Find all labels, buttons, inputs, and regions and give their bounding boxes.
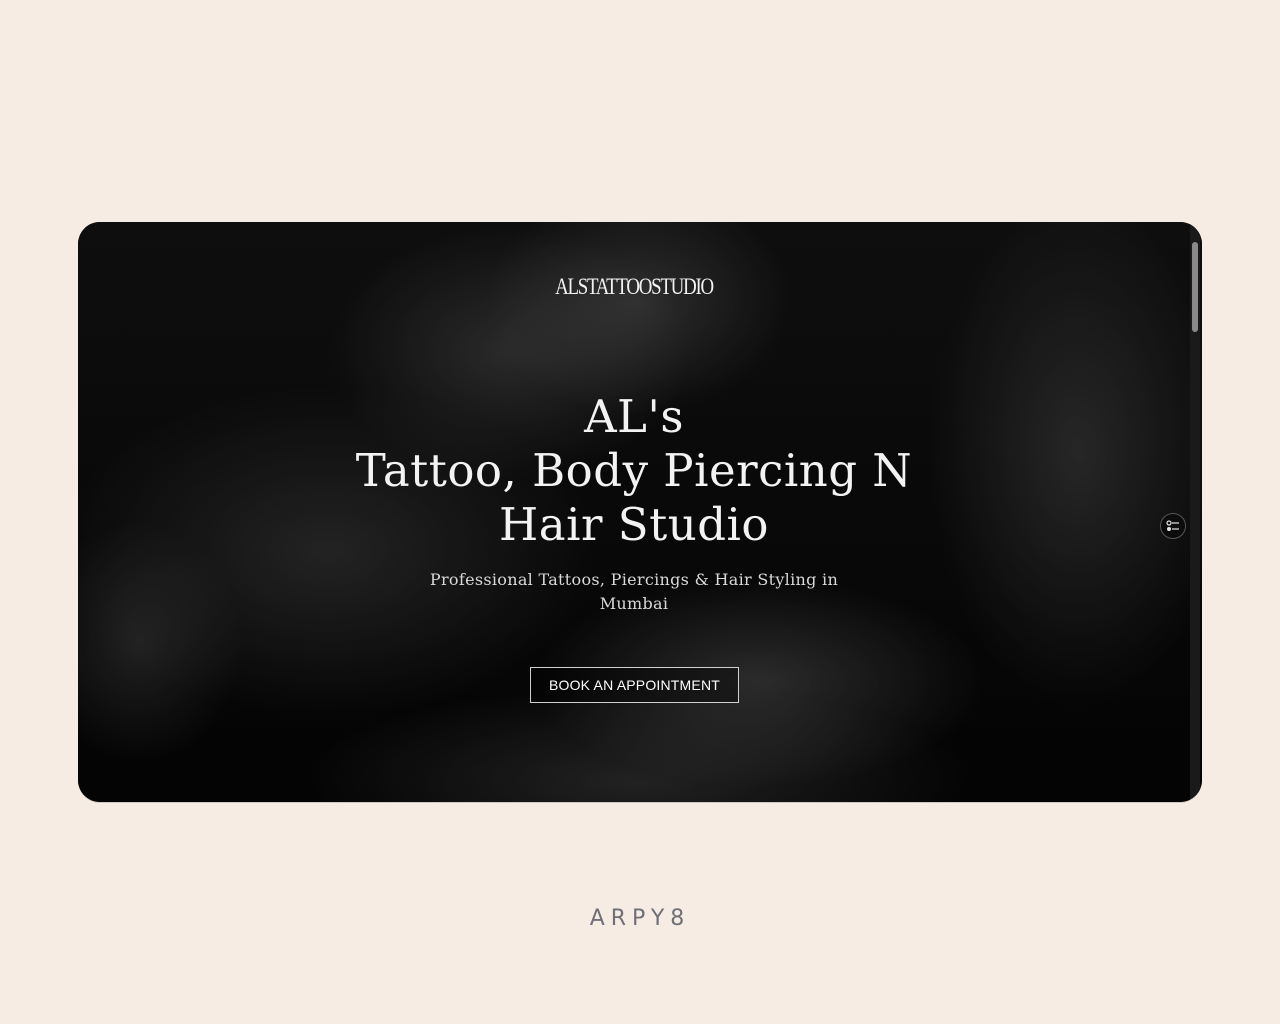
hero-title-line-2: Tattoo, Body Piercing N xyxy=(355,444,913,497)
hero-title: AL's Tattoo, Body Piercing N Hair Studio xyxy=(78,390,1190,552)
settings-toggle-icon xyxy=(1166,520,1179,531)
brand-wordmark: ARPY8 xyxy=(589,906,691,931)
website-preview-frame: ALSTATTOOSTUDIO AL's Tattoo, Body Pierci… xyxy=(78,222,1202,802)
hero-title-line-3: Hair Studio xyxy=(499,498,769,551)
site-logo[interactable]: ALSTATTOOSTUDIO xyxy=(178,274,1090,300)
hero-subtitle: Professional Tattoos, Piercings & Hair S… xyxy=(429,570,839,613)
book-appointment-button[interactable]: BOOK AN APPOINTMENT xyxy=(530,667,739,703)
settings-toggle-button[interactable] xyxy=(1160,513,1186,539)
scrollbar-thumb[interactable] xyxy=(1192,242,1198,332)
hero-section: AL's Tattoo, Body Piercing N Hair Studio… xyxy=(78,390,1190,616)
scrollbar[interactable] xyxy=(1190,222,1200,802)
hero-title-line-1: AL's xyxy=(584,390,684,443)
